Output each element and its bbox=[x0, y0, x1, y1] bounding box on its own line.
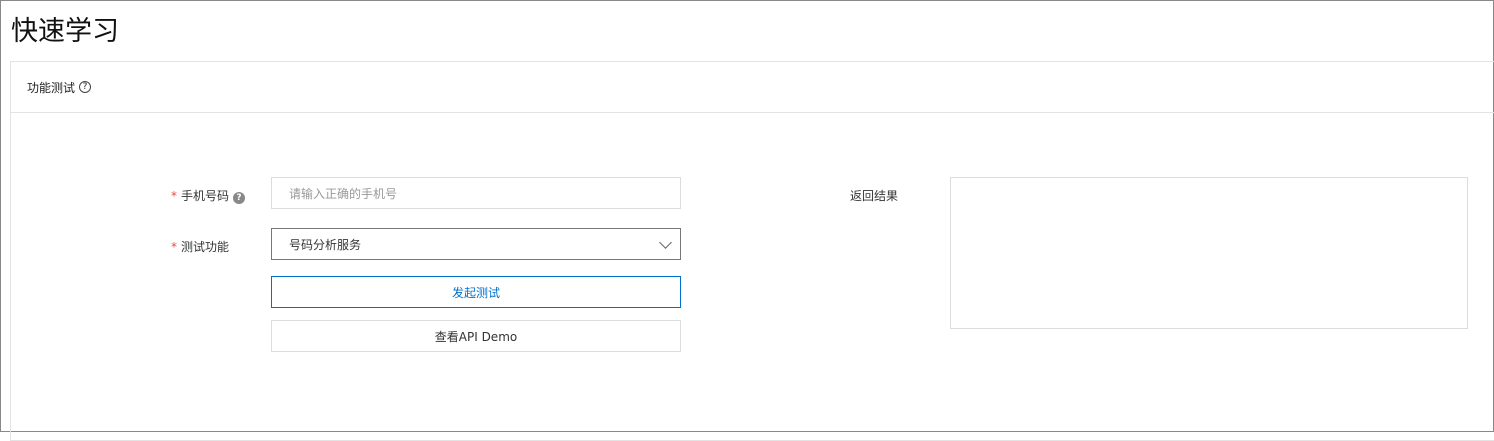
feature-test-card: 功能测试 ? * 手机号码? 请输入正确的手机号 * 测试功能 号码分析服务 发起测… bbox=[10, 61, 1494, 441]
question-circle-icon[interactable]: ? bbox=[79, 81, 92, 93]
view-api-demo-button[interactable]: 查看API Demo bbox=[271, 320, 681, 352]
phone-placeholder: 请输入正确的手机号 bbox=[289, 186, 398, 201]
feature-label: * 测试功能 bbox=[171, 238, 229, 255]
page-title: 快速学习 bbox=[11, 16, 119, 47]
feature-label-text: 测试功能 bbox=[181, 240, 230, 254]
phone-input[interactable]: 请输入正确的手机号 bbox=[271, 177, 681, 209]
card-title: 功能测试 bbox=[27, 80, 76, 95]
start-test-button[interactable]: 发起测试 bbox=[271, 276, 681, 308]
feature-selected-value: 号码分析服务 bbox=[289, 237, 362, 252]
result-label: 返回结果 bbox=[850, 189, 899, 203]
phone-label: * 手机号码? bbox=[171, 187, 246, 204]
feature-select[interactable]: 号码分析服务 bbox=[271, 228, 681, 260]
chevron-down-icon bbox=[659, 236, 672, 249]
card-header: 功能测试 ? bbox=[11, 62, 1494, 113]
result-textarea[interactable] bbox=[950, 177, 1468, 329]
help-icon[interactable]: ? bbox=[233, 192, 246, 204]
required-mark: * bbox=[171, 240, 177, 254]
phone-label-text: 手机号码 bbox=[181, 189, 230, 203]
required-mark: * bbox=[171, 189, 177, 203]
